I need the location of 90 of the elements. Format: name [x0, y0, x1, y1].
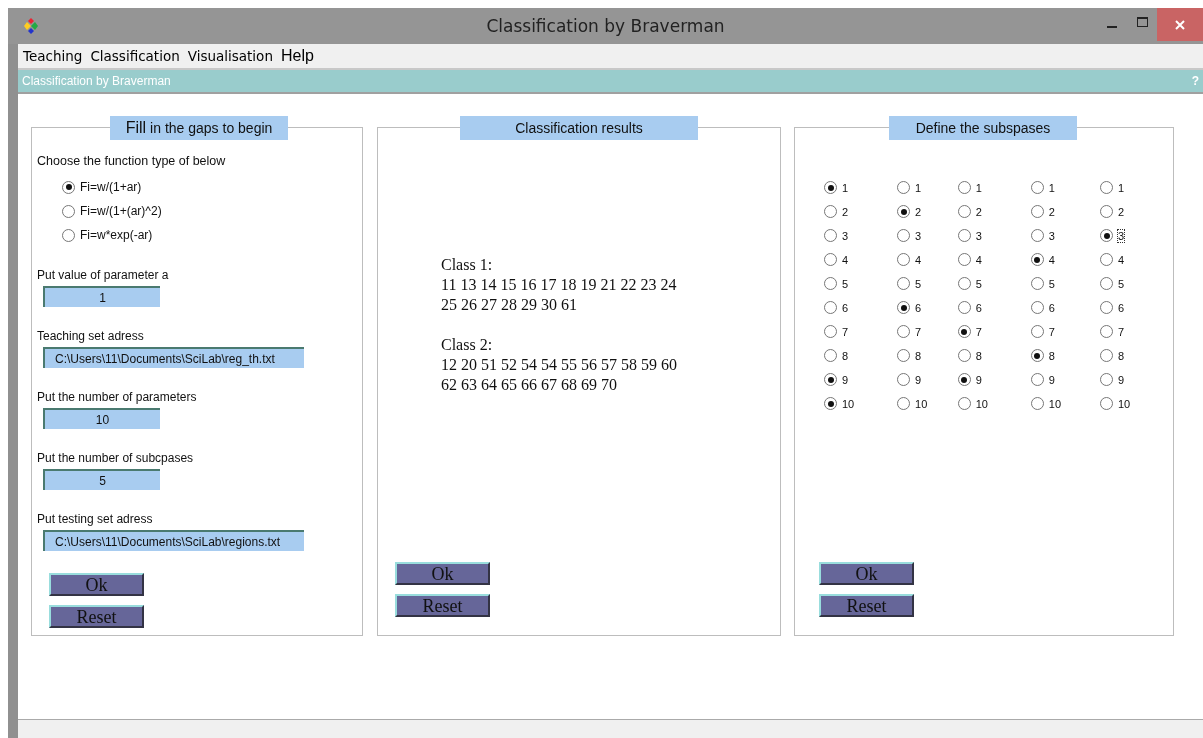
subspace-radio[interactable]: 5: [1030, 274, 1100, 293]
panel-title: Fill in the gaps to begin: [110, 116, 288, 140]
action-button[interactable]: Reset: [49, 605, 144, 628]
subspace-radio[interactable]: 1: [1100, 178, 1174, 197]
subspace-radio[interactable]: 5: [897, 274, 958, 293]
action-button[interactable]: Ok: [395, 562, 490, 585]
menu-item[interactable]: Teaching: [23, 48, 83, 64]
input-field[interactable]: C:\Users\11\Documents\SciLab\reg_th.txt: [43, 347, 304, 368]
class-members: 12 20 51 52 54 54 55 56 57 58 59 60: [441, 355, 678, 375]
subspace-radio[interactable]: 6: [1100, 298, 1174, 317]
subspace-radio[interactable]: 6: [957, 298, 1031, 317]
subspace-radio[interactable]: 4: [1030, 250, 1100, 269]
menu-item[interactable]: Visualisation: [187, 48, 273, 64]
subspace-radio[interactable]: 4: [957, 250, 1031, 269]
subspace-radio[interactable]: 4: [1100, 250, 1174, 269]
input-field[interactable]: 1: [43, 286, 160, 307]
subspace-radio[interactable]: 7: [1030, 322, 1100, 341]
input-field[interactable]: 10: [43, 408, 160, 429]
subspace-radio[interactable]: 9: [957, 370, 1031, 389]
subspace-radio[interactable]: 1: [824, 178, 898, 197]
subspace-radio[interactable]: 9: [897, 370, 958, 389]
subspace-radio[interactable]: 8: [957, 346, 1031, 365]
panel-title: Define the subspases: [889, 116, 1077, 140]
action-button[interactable]: Reset: [395, 594, 490, 617]
subspace-radio[interactable]: 2: [957, 202, 1031, 221]
subspace-radio[interactable]: 6: [1030, 298, 1100, 317]
input-field[interactable]: 5: [43, 469, 160, 490]
subspace-radio[interactable]: 8: [824, 346, 898, 365]
maximize-icon: [1136, 17, 1148, 27]
subspace-radio[interactable]: 3: [957, 226, 1031, 245]
subspace-radio[interactable]: 6: [897, 298, 958, 317]
subspace-radio[interactable]: 9: [1030, 370, 1100, 389]
subspace-radio[interactable]: 5: [1100, 274, 1174, 293]
subspace-radio[interactable]: 10: [824, 394, 898, 413]
class-members: 25 26 27 28 29 30 61: [441, 295, 578, 315]
subspace-radio[interactable]: 5: [957, 274, 1031, 293]
field-label: Put value of parameter a: [37, 268, 170, 282]
class-name: Class 2:: [441, 335, 494, 355]
action-button[interactable]: Reset: [819, 594, 914, 617]
subspace-radio[interactable]: 10: [1030, 394, 1100, 413]
subspace-radio[interactable]: 7: [897, 322, 958, 341]
subspace-radio[interactable]: 10: [957, 394, 1031, 413]
minimize-icon: [1107, 26, 1117, 28]
function-radio[interactable]: Fi=w/(1+ar): [62, 178, 362, 196]
subspace-radio[interactable]: 5: [824, 274, 898, 293]
subspace-radio[interactable]: 8: [897, 346, 958, 365]
subspace-radio[interactable]: 1: [897, 178, 958, 197]
subspace-radio[interactable]: 6: [824, 298, 898, 317]
action-button[interactable]: Ok: [819, 562, 914, 585]
subspace-radio[interactable]: 3: [897, 226, 958, 245]
class-members: 62 63 64 65 66 67 68 69 70: [441, 375, 618, 395]
subspace-radio[interactable]: 9: [1100, 370, 1174, 389]
subspace-radio[interactable]: 7: [1100, 322, 1174, 341]
field-label: Put the number of parameters: [37, 390, 198, 404]
prompt-label: Choose the function type of below: [37, 154, 227, 168]
subspace-radio[interactable]: 2: [1030, 202, 1100, 221]
subspace-radio[interactable]: 4: [897, 250, 958, 269]
subspace-radio[interactable]: 2: [824, 202, 898, 221]
function-radio[interactable]: Fi=w*exp(-ar): [62, 226, 362, 244]
subspace-radio[interactable]: 8: [1030, 346, 1100, 365]
subspace-radio[interactable]: 7: [957, 322, 1031, 341]
subspace-radio[interactable]: 3: [1030, 226, 1100, 245]
subspace-radio[interactable]: 10: [1100, 394, 1174, 413]
menu-item[interactable]: Classification: [90, 48, 180, 64]
field-label: Put the number of subcpases: [37, 451, 195, 465]
subspace-radio[interactable]: 8: [1100, 346, 1174, 365]
subspace-radio[interactable]: 2: [897, 202, 958, 221]
subspace-radio[interactable]: 1: [1030, 178, 1100, 197]
subspace-radio[interactable]: 3: [824, 226, 898, 245]
class-name: Class 1:: [441, 255, 494, 275]
menu-item[interactable]: Help: [280, 47, 314, 65]
subspace-radio[interactable]: 4: [824, 250, 898, 269]
subspace-radio[interactable]: 1: [957, 178, 1031, 197]
close-icon: [1175, 19, 1185, 30]
input-field[interactable]: C:\Users\11\Documents\SciLab\regions.txt: [43, 530, 304, 551]
close-button[interactable]: [1157, 8, 1203, 41]
subspace-radio[interactable]: 9: [824, 370, 898, 389]
subspace-radio[interactable]: 7: [824, 322, 898, 341]
field-label: Put testing set adress: [37, 512, 154, 526]
app-icon: [24, 18, 38, 34]
subspace-radio[interactable]: 2: [1100, 202, 1174, 221]
action-button[interactable]: Ok: [49, 573, 144, 596]
panel-title: Classification results: [460, 116, 698, 140]
class-members: 11 13 14 15 16 17 18 19 21 22 23 24: [441, 275, 678, 295]
function-radio[interactable]: Fi=w/(1+(ar)^2): [62, 202, 362, 220]
window-title: Classification by Braverman: [486, 16, 725, 36]
subspace-radio[interactable]: 3: [1100, 226, 1174, 245]
header-title: Classification by Braverman: [22, 74, 171, 88]
field-label: Teaching set adress: [37, 329, 145, 343]
subspace-radio[interactable]: 10: [897, 394, 958, 413]
